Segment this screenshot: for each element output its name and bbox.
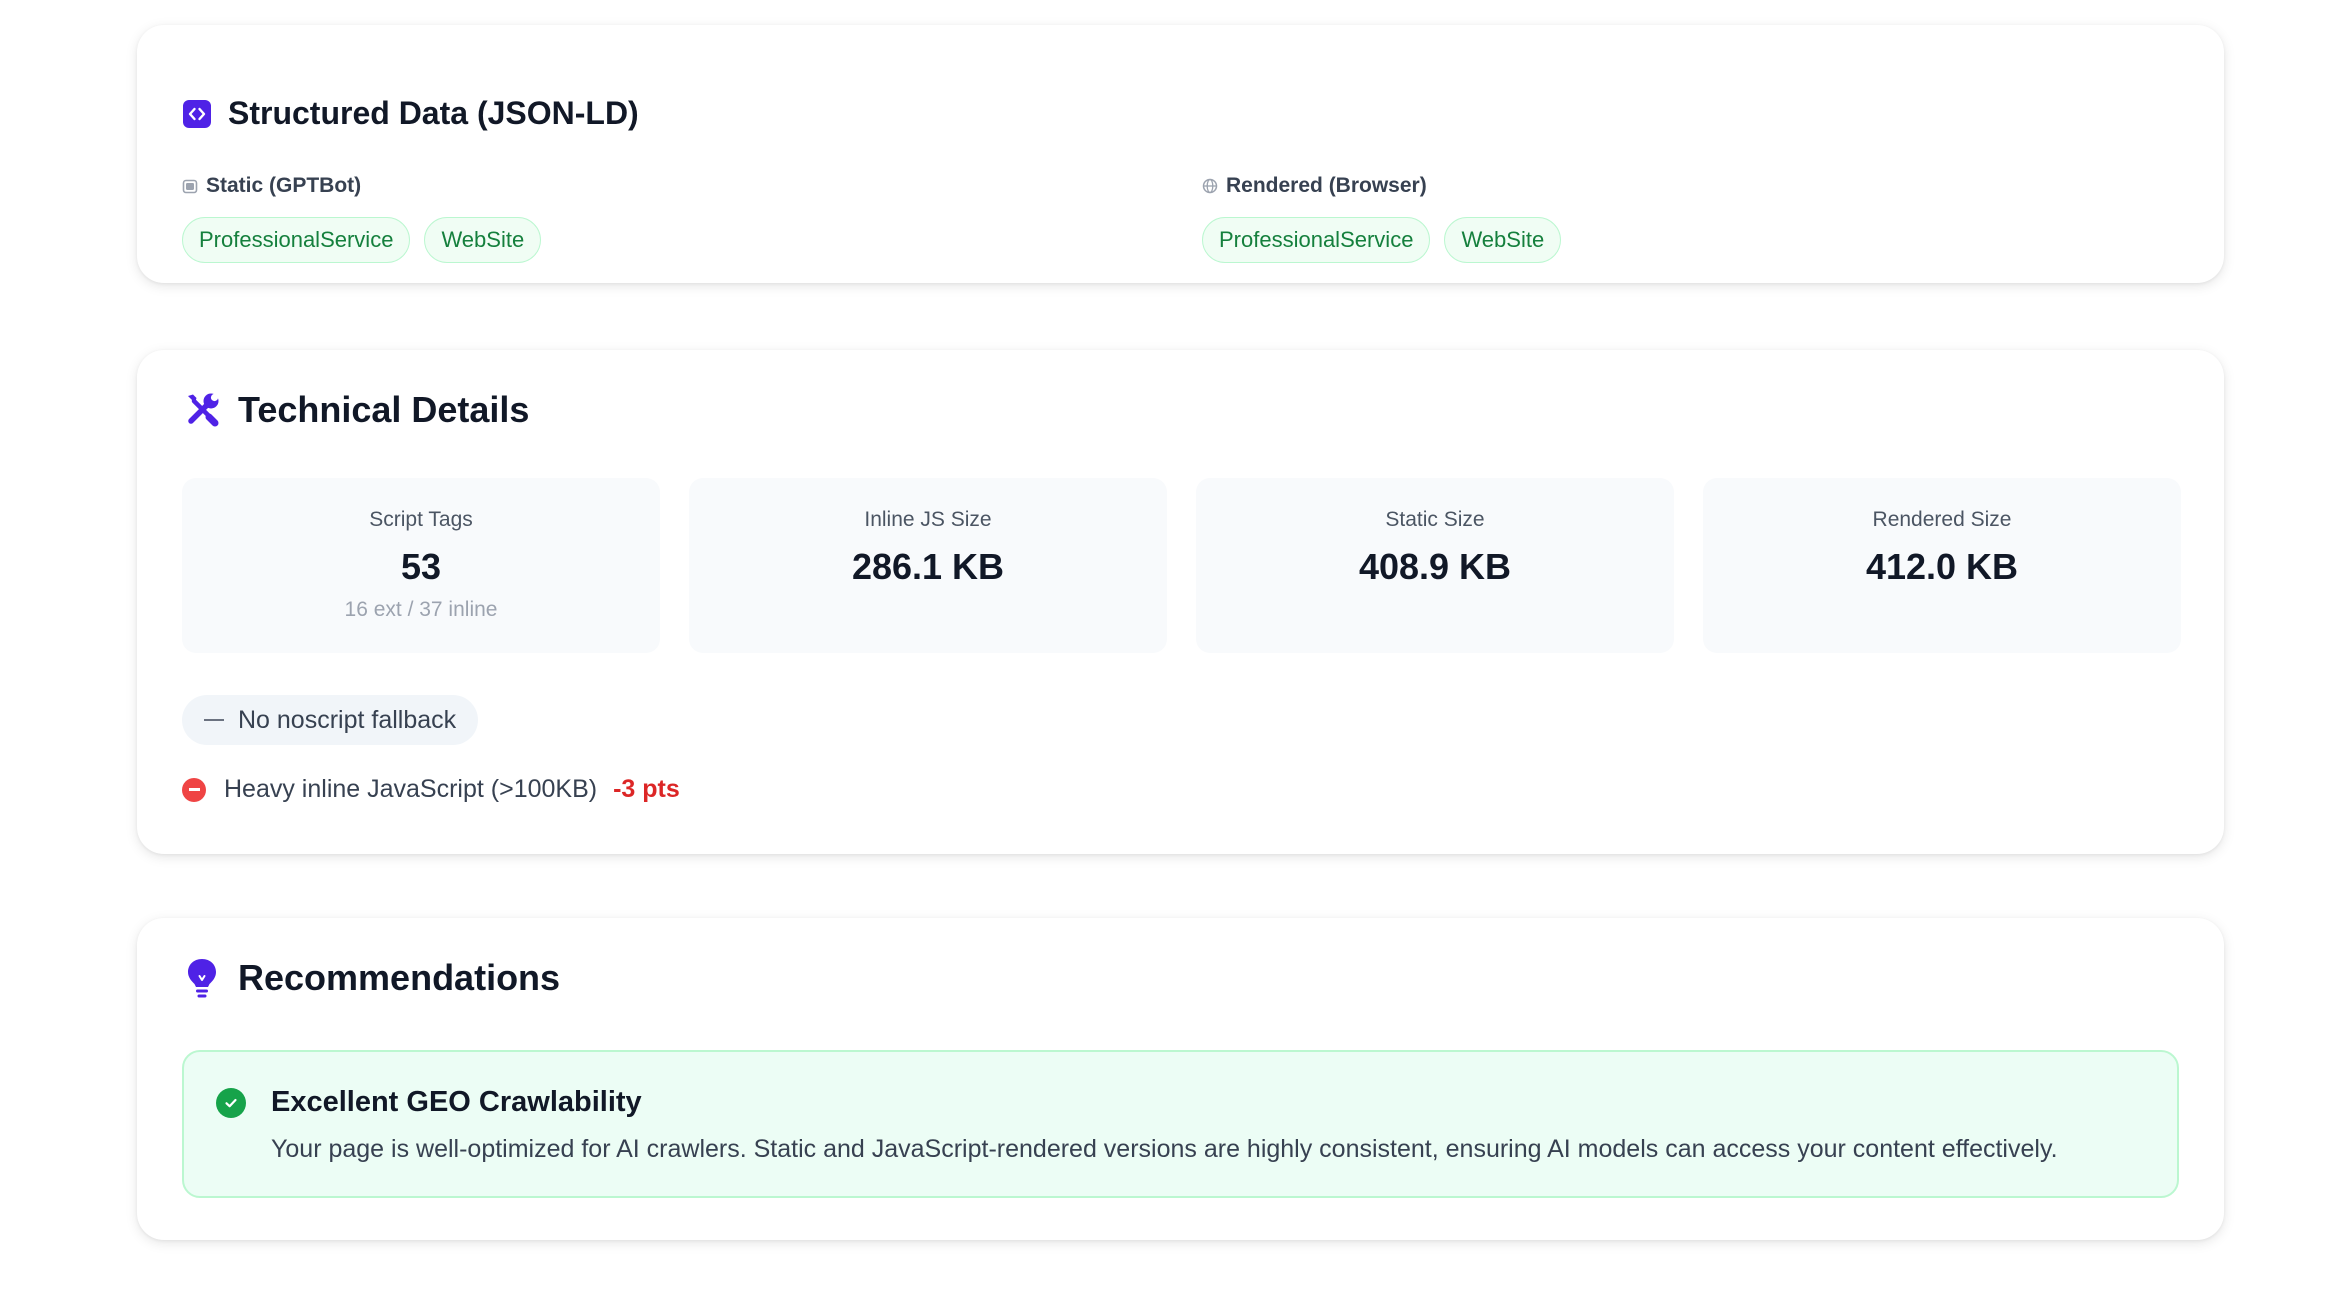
schema-tag: ProfessionalService — [182, 217, 411, 263]
lightbulb-icon — [182, 955, 222, 1001]
code-icon — [182, 99, 212, 129]
minus-circle-icon — [182, 777, 206, 802]
rendered-heading: Rendered (Browser) — [1202, 171, 1561, 201]
metric-label: Script Tags — [369, 508, 473, 531]
static-column: Static (GPTBot) ProfessionalService WebS… — [182, 171, 542, 263]
technical-details-card: Technical Details Script Tags 53 16 ext … — [137, 350, 2224, 854]
metric-label: Static Size — [1385, 508, 1485, 531]
penalty-points: -3 pts — [613, 775, 680, 803]
metric-inline-js-size: Inline JS Size 286.1 KB — [689, 478, 1167, 653]
penalty-text: Heavy inline JavaScript (>100KB) — [224, 775, 598, 803]
metric-label: Inline JS Size — [864, 508, 992, 531]
static-tags: ProfessionalService WebSite — [182, 217, 542, 263]
metric-label: Rendered Size — [1872, 508, 2012, 531]
metric-static-size: Static Size 408.9 KB — [1196, 478, 1674, 653]
metric-value: 408.9 KB — [1358, 546, 1512, 587]
recommendations-title-text: Recommendations — [238, 957, 561, 998]
noscript-label: No noscript fallback — [238, 705, 457, 734]
dash-icon — [204, 719, 224, 721]
technical-details-title: Technical Details — [182, 385, 529, 435]
penalty-item: Heavy inline JavaScript (>100KB) -3 pts — [182, 775, 680, 804]
metric-value: 412.0 KB — [1865, 546, 2019, 587]
recommendations-title: Recommendations — [182, 953, 560, 1003]
schema-tag: WebSite — [424, 217, 542, 263]
structured-data-card: Structured Data (JSON-LD) Static (GPTBot… — [137, 25, 2224, 283]
structured-data-title-text: Structured Data (JSON-LD) — [228, 95, 639, 131]
schema-tag: WebSite — [1444, 217, 1562, 263]
structured-data-title: Structured Data (JSON-LD) — [182, 95, 639, 132]
rendered-column: Rendered (Browser) ProfessionalService W… — [1202, 171, 1562, 263]
rendered-heading-label: Rendered (Browser) — [1226, 174, 1427, 197]
metric-script-tags: Script Tags 53 16 ext / 37 inline — [182, 478, 660, 653]
recommendation-title: Excellent GEO Crawlability — [271, 1086, 642, 1118]
recommendation-item: Excellent GEO Crawlability Your page is … — [182, 1050, 2179, 1198]
wrench-screwdriver-icon — [182, 390, 222, 430]
recommendation-text: Your page is well-optimized for AI crawl… — [271, 1135, 2058, 1163]
schema-tag: ProfessionalService — [1202, 217, 1431, 263]
recommendations-card: Recommendations Excellent GEO Crawlabili… — [137, 918, 2224, 1240]
static-heading: Static (GPTBot) — [182, 171, 541, 201]
metric-value: 286.1 KB — [851, 546, 1005, 587]
check-circle-icon — [216, 1088, 246, 1118]
noscript-badge: No noscript fallback — [182, 695, 479, 745]
metric-rendered-size: Rendered Size 412.0 KB — [1703, 478, 2181, 653]
static-heading-label: Static (GPTBot) — [206, 174, 362, 197]
technical-details-title-text: Technical Details — [238, 389, 530, 430]
metric-value: 53 — [400, 546, 442, 587]
globe-icon — [1202, 178, 1218, 194]
bot-icon — [182, 178, 198, 194]
rendered-tags: ProfessionalService WebSite — [1202, 217, 1562, 263]
metric-sub: 16 ext / 37 inline — [344, 598, 498, 621]
